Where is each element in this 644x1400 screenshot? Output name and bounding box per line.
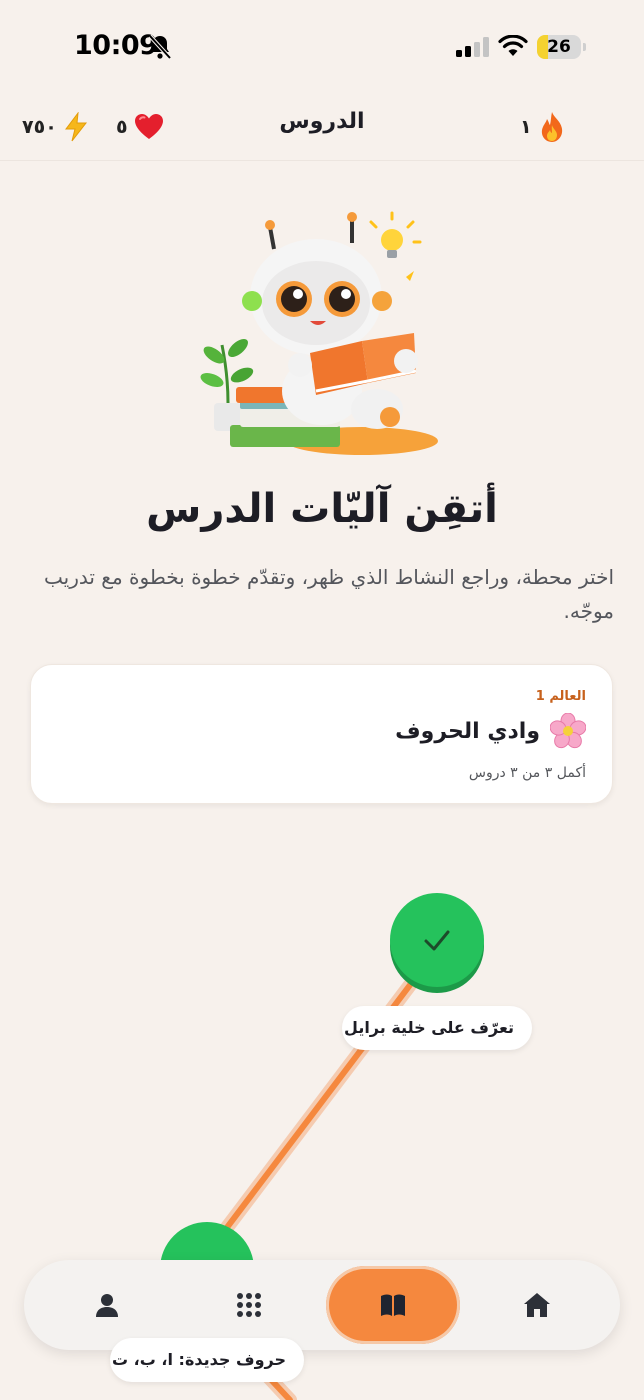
blossom-icon (550, 713, 586, 749)
hero-title: أتقِن آليّات الدرس (146, 486, 498, 532)
status-bar: 10:09 26 (0, 0, 644, 95)
energy-count: ٧٥٠ (22, 116, 57, 138)
check-icon (424, 930, 450, 951)
streak-stat[interactable]: ١ (520, 112, 566, 142)
wifi-icon (498, 35, 528, 56)
hearts-count: ٥ (116, 116, 128, 138)
nav-apps[interactable] (182, 1266, 316, 1344)
world-name-row: وادي الحروف (395, 713, 586, 749)
hearts-stat[interactable]: ٥ (116, 112, 164, 142)
nav-home[interactable] (470, 1266, 604, 1344)
grid-icon (237, 1293, 261, 1317)
lesson-label[interactable]: تعرّف على خلية برايل (342, 1006, 532, 1050)
bell-off-icon (148, 34, 172, 60)
bottom-nav (24, 1260, 620, 1350)
battery-level: 26 (547, 37, 571, 57)
fire-icon (541, 112, 562, 142)
hero-subtitle: اختر محطة، وراجع النشاط الذي ظهر، وتقدّم… (44, 565, 614, 623)
person-icon (96, 1294, 118, 1317)
lesson-label[interactable]: حروف جديدة: ا، ب، ت (110, 1338, 304, 1382)
world-kicker: العالم 1 (535, 689, 586, 704)
bolt-icon (64, 112, 87, 142)
lesson-node-completed[interactable] (390, 893, 486, 993)
energy-stat[interactable]: ٧٥٠ (22, 112, 89, 142)
page-title: الدروس (279, 109, 365, 134)
lightbulb-icon (369, 211, 422, 281)
streak-count: ١ (520, 116, 532, 138)
battery-icon: 26 (537, 35, 587, 59)
cellular-signal-icon (456, 37, 489, 57)
home-icon (524, 1293, 550, 1317)
app-header: ٧٥٠ ٥ الدروس ١ (0, 95, 644, 161)
robot-reading-illustration (200, 211, 438, 455)
heart-icon (134, 114, 163, 139)
status-time: 10:09 (74, 30, 158, 61)
nav-profile[interactable] (40, 1266, 174, 1344)
nav-lessons[interactable] (326, 1266, 460, 1344)
world-name: وادي الحروف (395, 718, 540, 744)
world-card[interactable]: العالم 1 وادي الحروف أكمل ٣ من ٣ دروس (30, 664, 613, 804)
world-progress: أكمل ٣ من ٣ دروس (468, 765, 586, 781)
book-icon (381, 1294, 405, 1316)
